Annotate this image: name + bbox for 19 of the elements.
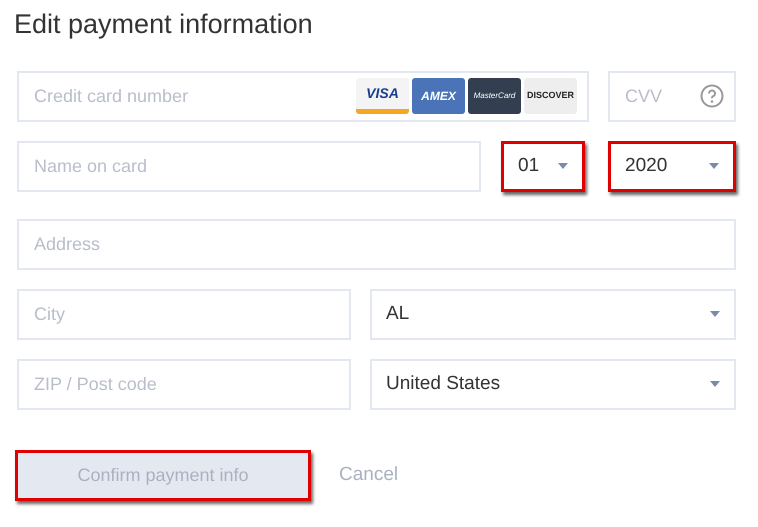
caret-icon — [709, 163, 719, 169]
month-select[interactable]: 01 — [501, 140, 585, 192]
help-icon[interactable] — [700, 84, 724, 108]
caret-icon — [710, 311, 720, 317]
card-logo: VISA — [356, 78, 409, 114]
card-logo: DISCOVER — [524, 78, 577, 114]
caret-icon — [558, 163, 568, 169]
zip-field[interactable]: ZIP / Post code — [17, 358, 351, 410]
year-select[interactable]: 2020 — [608, 140, 736, 192]
country-select[interactable]: United States — [370, 358, 736, 410]
page-title: Edit payment information — [14, 8, 314, 41]
address-field[interactable]: Address — [17, 218, 736, 270]
caret-icon — [710, 381, 720, 387]
state-select[interactable]: AL — [370, 288, 736, 340]
card-logo: MasterCard — [468, 78, 521, 114]
name-field[interactable]: Name on card — [17, 140, 481, 192]
card-logo: AMEX — [412, 78, 465, 114]
cvv-field[interactable]: CVV — [608, 70, 736, 122]
city-field[interactable]: City — [17, 288, 351, 340]
